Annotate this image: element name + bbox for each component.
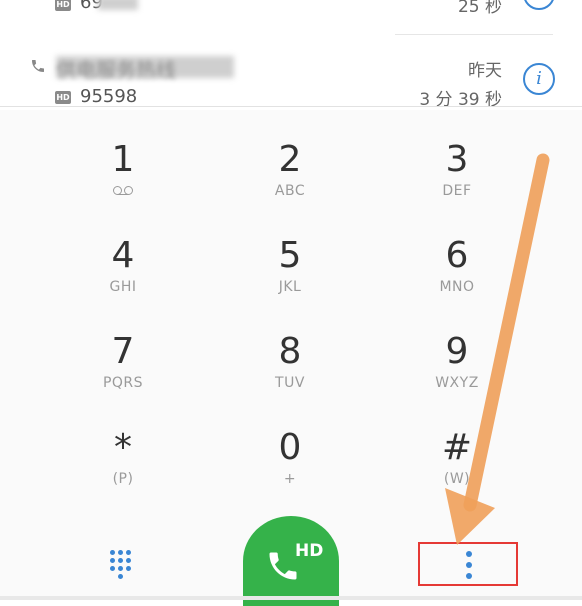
hd-badge: HD	[55, 0, 71, 11]
divider	[0, 106, 582, 107]
dial-key-8[interactable]: 8 TUV	[195, 330, 385, 392]
outgoing-call-icon	[32, 60, 44, 72]
more-options-button[interactable]	[418, 542, 518, 586]
divider	[0, 596, 582, 600]
key-letters: DEF	[442, 183, 472, 199]
voicemail-icon	[28, 182, 218, 200]
dial-key-1[interactable]: 1	[28, 138, 218, 200]
key-letters: JKL	[278, 279, 302, 295]
key-digit: 1	[111, 139, 135, 180]
key-digit: 2	[278, 139, 302, 180]
dial-key-6[interactable]: 6 MNO	[362, 234, 552, 296]
dial-key-2[interactable]: 2 ABC	[195, 138, 385, 200]
divider	[395, 34, 553, 35]
dial-key-3[interactable]: 3 DEF	[362, 138, 552, 200]
key-digit: *	[114, 427, 132, 468]
key-digit: 7	[111, 331, 135, 372]
blurred-number	[98, 0, 138, 10]
hd-call-button[interactable]: HD	[243, 516, 339, 606]
bottom-action-bar: HD	[0, 510, 582, 606]
key-digit: 8	[278, 331, 302, 372]
key-letters: (P)	[112, 471, 134, 487]
dial-key-hash[interactable]: # (W)	[362, 426, 552, 488]
key-digit: 5	[278, 235, 302, 276]
dial-key-4[interactable]: 4 GHI	[28, 234, 218, 296]
key-digit: 4	[111, 235, 135, 276]
dial-key-7[interactable]: 7 PQRS	[28, 330, 218, 392]
info-icon[interactable]: i	[523, 0, 555, 10]
key-digit: 0	[278, 427, 302, 468]
dial-key-star[interactable]: * (P)	[28, 426, 218, 488]
key-letters: GHI	[109, 279, 137, 295]
dial-key-9[interactable]: 9 WXYZ	[362, 330, 552, 392]
key-letters: MNO	[439, 279, 475, 295]
key-digit: 9	[445, 331, 469, 372]
key-digit: 6	[445, 235, 469, 276]
call-number: 95598	[80, 86, 138, 107]
key-letters: WXYZ	[435, 375, 479, 391]
call-date: 昨天	[468, 61, 502, 81]
contact-name: 供电服务热线	[56, 58, 176, 82]
dial-key-0[interactable]: 0 +	[195, 426, 385, 488]
info-icon[interactable]: i	[523, 63, 555, 95]
hd-badge: HD	[55, 91, 71, 104]
key-letters: (W)	[443, 471, 471, 487]
call-button-label: HD	[295, 541, 324, 561]
dialpad: 1 2 ABC 3 DEF 4 GHI 5 JKL 6 MNO 7 PQRS 8…	[0, 110, 582, 510]
key-digit: #	[441, 427, 473, 468]
key-letters: TUV	[275, 375, 305, 391]
recent-calls-list: HD 69 25 秒 i 供电服务热线 HD 95598 昨天 3 分 39 秒…	[0, 0, 582, 110]
key-digit: 3	[445, 139, 469, 180]
key-letters: ABC	[274, 183, 306, 199]
dial-key-5[interactable]: 5 JKL	[195, 234, 385, 296]
call-duration: 25 秒	[457, 0, 502, 17]
key-letters: +	[283, 471, 297, 487]
key-letters: PQRS	[102, 375, 144, 391]
dialpad-grid-icon[interactable]	[110, 550, 138, 580]
